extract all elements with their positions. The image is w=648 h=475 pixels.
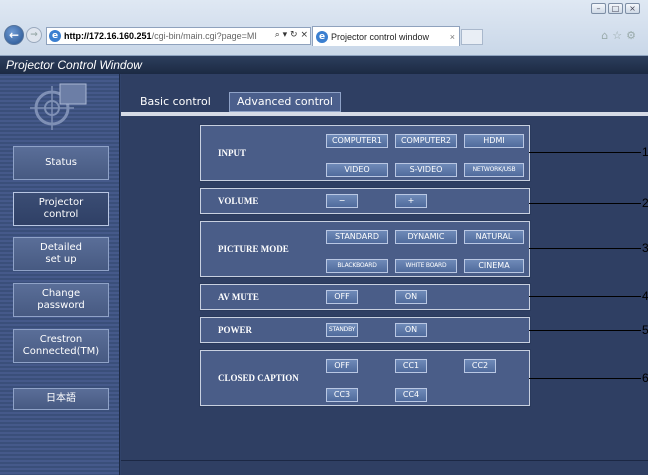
forward-button[interactable]: → [26,27,42,43]
callout-number-3: 3 [642,241,648,255]
sidebar-item-detailed-set-up[interactable]: Detailed set up [13,237,109,271]
toolbar-icons: ⌂☆⚙ [601,29,640,42]
cc1-button[interactable]: CC1 [395,359,427,373]
ie-icon: e [49,30,61,42]
sidebar: Status Projector control Detailed set up… [0,74,120,475]
favorites-icon[interactable]: ☆ [612,29,626,42]
volume-down-button[interactable]: − [326,194,358,208]
callout-line-6 [529,378,641,379]
url-host: http://172.16.160.251 [64,31,152,41]
callout-line-2 [529,203,641,204]
power-standby-button[interactable]: STANDBY [326,323,358,337]
input-network-usb-button[interactable]: NETWORK/USB [464,163,524,177]
input-video-button[interactable]: VIDEO [326,163,388,177]
power-on-button[interactable]: ON [395,323,427,337]
projector-logo-icon [30,83,87,130]
picture-whiteboard-button[interactable]: WHITE BOARD [395,259,457,273]
av-mute-off-button[interactable]: OFF [326,290,358,304]
picture-natural-button[interactable]: NATURAL [464,230,524,244]
input-computer1-button[interactable]: COMPUTER1 [326,134,388,148]
callout-number-6: 6 [642,371,648,385]
tab-title: Projector control window [331,31,430,42]
url-path: /cgi-bin/main.cgi?page=MI [151,31,257,41]
home-icon[interactable]: ⌂ [601,29,612,42]
back-button[interactable]: ← [4,25,24,45]
sidebar-item-change-password[interactable]: Change password [13,283,109,317]
tab-advanced-control[interactable]: Advanced control [229,92,341,112]
new-tab-button[interactable] [461,29,483,45]
sidebar-item-language[interactable]: 日本語 [13,388,109,410]
browser-chrome: – □ × ← → e http://172.16.160.251 /cgi-b… [0,0,648,56]
address-bar[interactable]: e http://172.16.160.251 /cgi-bin/main.cg… [46,27,311,45]
closed-caption-row: CLOSED CAPTION OFF CC1 CC2 CC3 CC4 [199,349,531,407]
close-icon[interactable]: × [625,3,640,14]
input-label: INPUT [218,148,247,158]
footer-line [121,460,648,461]
page-title: Projector Control Window [0,56,648,74]
cc2-button[interactable]: CC2 [464,359,496,373]
callout-line-5 [529,330,641,331]
cc3-button[interactable]: CC3 [326,388,358,402]
input-row: INPUT COMPUTER1 COMPUTER2 HDMI VIDEO S-V… [199,124,531,182]
cc4-button[interactable]: CC4 [395,388,427,402]
callout-number-4: 4 [642,289,648,303]
callout-number-1: 1 [642,145,648,159]
picture-mode-row: PICTURE MODE STANDARD DYNAMIC NATURAL BL… [199,220,531,278]
sidebar-item-projector-control[interactable]: Projector control [13,192,109,226]
content-area: Status Projector control Detailed set up… [0,74,648,475]
tab-close-icon[interactable]: × [450,32,455,42]
closed-caption-label: CLOSED CAPTION [218,373,299,383]
picture-blackboard-button[interactable]: BLACKBOARD [326,259,388,273]
av-mute-label: AV MUTE [218,292,259,302]
callout-line-3 [529,248,641,249]
volume-row: VOLUME − + [199,187,531,215]
av-mute-on-button[interactable]: ON [395,290,427,304]
tab-basic-control[interactable]: Basic control [133,92,218,112]
input-hdmi-button[interactable]: HDMI [464,134,524,148]
power-row: POWER STANDBY ON [199,316,531,344]
callout-line-4 [529,296,641,297]
volume-label: VOLUME [218,196,259,206]
gear-icon[interactable]: ⚙ [626,29,640,42]
picture-cinema-button[interactable]: CINEMA [464,259,524,273]
sidebar-item-status[interactable]: Status [13,146,109,180]
address-tools-icon[interactable]: ⌕ ▾ ↻ × [272,30,308,40]
cc-off-button[interactable]: OFF [326,359,358,373]
main-panel: Basic control Advanced control INPUT COM… [121,74,648,475]
av-mute-row: AV MUTE OFF ON [199,283,531,311]
callout-number-5: 5 [642,323,648,337]
minimize-icon[interactable]: – [591,3,606,14]
input-computer2-button[interactable]: COMPUTER2 [395,134,457,148]
ie-icon: e [316,30,328,43]
picture-dynamic-button[interactable]: DYNAMIC [395,230,457,244]
window-controls: – □ × [591,3,640,14]
volume-up-button[interactable]: + [395,194,427,208]
callout-line-1 [529,152,641,153]
browser-tab[interactable]: e Projector control window × [312,26,460,46]
picture-standard-button[interactable]: STANDARD [326,230,388,244]
power-label: POWER [218,325,253,335]
input-svideo-button[interactable]: S-VIDEO [395,163,457,177]
maximize-icon[interactable]: □ [608,3,623,14]
tab-divider [121,112,648,116]
picture-mode-label: PICTURE MODE [218,244,289,254]
sidebar-item-crestron[interactable]: Crestron Connected(TM) [13,329,109,363]
control-tabs: Basic control Advanced control [121,92,648,112]
callout-number-2: 2 [642,196,648,210]
